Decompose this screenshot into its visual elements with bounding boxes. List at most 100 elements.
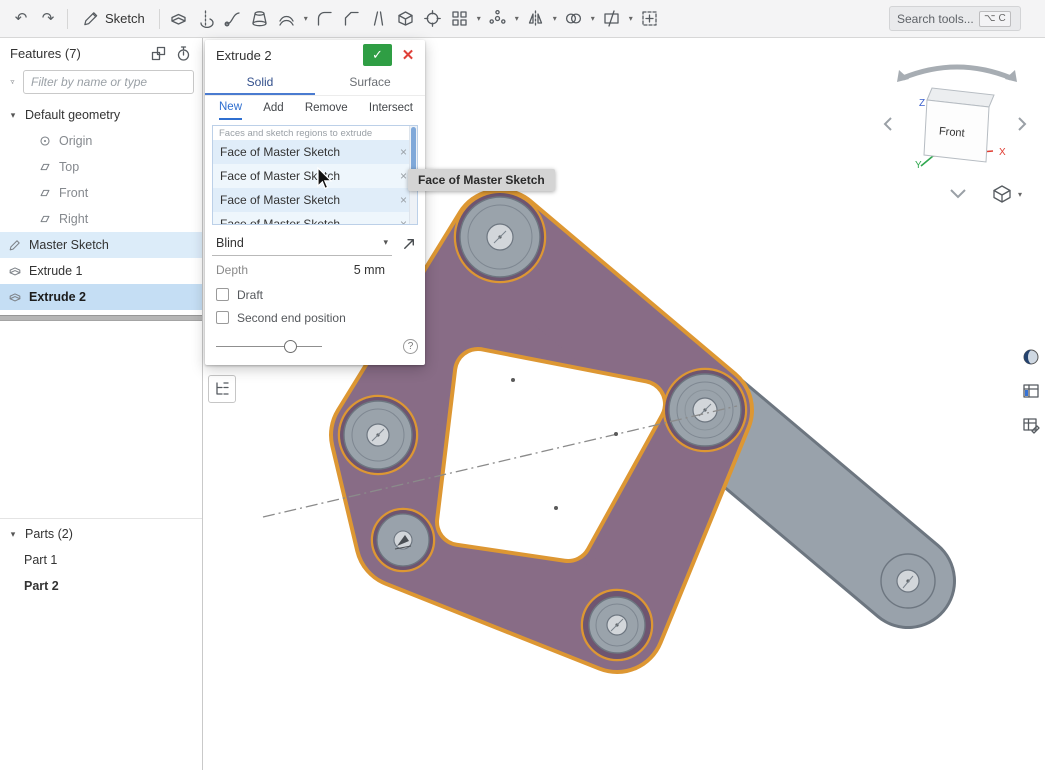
rollback-bar[interactable] — [0, 315, 202, 321]
sweep-tool-button[interactable] — [220, 5, 246, 33]
boss-left[interactable] — [339, 396, 417, 474]
pencil-icon — [82, 10, 99, 27]
help-button[interactable]: ? — [403, 339, 418, 354]
tab-surface[interactable]: Surface — [315, 70, 425, 95]
display-mode-cube-icon — [992, 184, 1012, 204]
undo-button[interactable]: ↶ — [8, 5, 34, 33]
chevron-down-icon[interactable]: ▾ — [8, 110, 18, 121]
split-dropdown-chevron[interactable]: ▾ — [626, 14, 636, 23]
filter-funnel-icon[interactable] — [10, 74, 15, 90]
feature-item-master-sketch[interactable]: Master Sketch — [0, 232, 202, 258]
circular-pattern-dropdown-chevron[interactable]: ▾ — [512, 14, 522, 23]
selection-item[interactable]: Face of Master Sketch × — [213, 164, 417, 188]
hole-bottom-left[interactable] — [372, 509, 434, 571]
selection-item[interactable]: Face of Master Sketch × — [213, 188, 417, 212]
redo-button[interactable]: ↷ — [35, 5, 61, 33]
dialog-header[interactable]: Extrude 2 ✓ ✕ — [205, 40, 425, 70]
mirror-dropdown-chevron[interactable]: ▾ — [550, 14, 560, 23]
selection-list[interactable]: Faces and sketch regions to extrude Face… — [212, 125, 418, 225]
feature-item-extrude-2[interactable]: Extrude 2 — [0, 284, 202, 310]
insert-feature-button[interactable] — [150, 45, 167, 62]
draft-icon — [369, 9, 388, 28]
sketch-point[interactable] — [614, 432, 618, 436]
draft-checkbox[interactable] — [216, 288, 229, 301]
confirm-button[interactable]: ✓ — [363, 44, 392, 66]
revolve-tool-button[interactable] — [193, 5, 219, 33]
remove-selection-icon[interactable]: × — [400, 218, 407, 225]
search-tools-box[interactable]: ⌥C — [889, 6, 1021, 31]
hole-icon — [423, 9, 442, 28]
mirror-tool-button[interactable] — [523, 5, 549, 33]
linear-pattern-tool-button[interactable] — [447, 5, 473, 33]
remove-selection-icon[interactable]: × — [400, 170, 407, 182]
boolean-tool-button[interactable] — [561, 5, 587, 33]
draft-option-row[interactable]: Draft — [205, 283, 425, 306]
c-key-label: C — [999, 13, 1006, 25]
second-end-checkbox[interactable] — [216, 311, 229, 324]
boolean-dropdown-chevron[interactable]: ▾ — [588, 14, 598, 23]
op-tab-new[interactable]: New — [219, 96, 242, 120]
filter-input[interactable] — [23, 70, 194, 94]
depth-input[interactable]: 5 mm — [354, 263, 385, 277]
sketch-point[interactable] — [511, 378, 515, 382]
preview-opacity-slider-track[interactable] — [216, 346, 322, 347]
sketch-button[interactable]: Sketch — [74, 5, 153, 33]
part-2-purple-plate[interactable] — [378, 237, 705, 625]
rotate-down-chevron[interactable] — [951, 190, 965, 197]
rotate-left-chevron[interactable] — [885, 118, 891, 130]
parts-section-header[interactable]: ▾ Parts (2) — [0, 521, 202, 547]
extrude-feature-icon — [8, 264, 22, 278]
transform-tool-button[interactable] — [637, 5, 663, 33]
linear-pattern-dropdown-chevron[interactable]: ▾ — [474, 14, 484, 23]
feature-item-label: Top — [59, 160, 79, 174]
part-item-1[interactable]: Part 1 — [0, 547, 202, 573]
boss-bottom[interactable] — [582, 590, 652, 660]
rotate-arc[interactable] — [903, 67, 1011, 78]
hole-tool-button[interactable] — [420, 5, 446, 33]
part-item-2[interactable]: Part 2 — [0, 573, 202, 599]
remove-selection-icon[interactable]: × — [400, 194, 407, 206]
selection-item[interactable]: Face of Master Sketch × — [213, 140, 417, 164]
thicken-tool-button[interactable] — [274, 5, 300, 33]
fillet-tool-button[interactable] — [312, 5, 338, 33]
shell-icon — [396, 9, 415, 28]
extrude-tool-button[interactable] — [166, 5, 192, 33]
search-tools-input[interactable] — [897, 12, 975, 26]
boss-right[interactable] — [664, 369, 746, 451]
op-tab-remove[interactable]: Remove — [305, 97, 348, 119]
boss-top[interactable] — [455, 192, 545, 282]
chamfer-tool-button[interactable] — [339, 5, 365, 33]
second-end-option-row[interactable]: Second end position — [205, 306, 425, 329]
feature-item-extrude-1[interactable]: Extrude 1 — [0, 258, 202, 284]
thicken-dropdown-chevron[interactable]: ▾ — [301, 14, 311, 23]
custom-table-button[interactable] — [1018, 412, 1044, 438]
op-tab-add[interactable]: Add — [263, 97, 283, 119]
end-condition-select[interactable]: Blind ▾ — [212, 230, 392, 256]
flip-direction-icon[interactable] — [401, 235, 418, 252]
preview-opacity-slider-handle[interactable] — [284, 340, 297, 353]
feature-item-default-geometry[interactable]: ▾ Default geometry — [0, 102, 202, 128]
feature-item-front-plane[interactable]: Front — [0, 180, 202, 206]
chevron-down-icon[interactable]: ▾ — [8, 529, 18, 540]
properties-table-button[interactable] — [1018, 378, 1044, 404]
feature-item-top-plane[interactable]: Top — [0, 154, 202, 180]
remove-selection-icon[interactable]: × — [400, 146, 407, 158]
main-toolbar: ↶ ↷ Sketch ▾ ▾ ▾ ▾ ▾ ▾ ⌥C — [0, 0, 1045, 38]
tab-solid[interactable]: Solid — [205, 70, 315, 95]
split-tool-button[interactable] — [599, 5, 625, 33]
feature-list-flyout-button[interactable] — [208, 375, 236, 403]
appearance-panel-button[interactable] — [1018, 344, 1044, 370]
shell-tool-button[interactable] — [393, 5, 419, 33]
draft-tool-button[interactable] — [366, 5, 392, 33]
rotate-right-chevron[interactable] — [1019, 118, 1025, 130]
circular-pattern-tool-button[interactable] — [485, 5, 511, 33]
cancel-button[interactable]: ✕ — [397, 44, 419, 66]
feature-item-origin[interactable]: Origin — [0, 128, 202, 154]
history-button[interactable] — [175, 45, 192, 62]
feature-item-right-plane[interactable]: Right — [0, 206, 202, 232]
sketch-point[interactable] — [554, 506, 558, 510]
display-mode-button[interactable]: ▾ — [992, 182, 1036, 206]
loft-tool-button[interactable] — [247, 5, 273, 33]
op-tab-intersect[interactable]: Intersect — [369, 97, 413, 119]
selection-item[interactable]: Face of Master Sketch × — [213, 212, 417, 225]
